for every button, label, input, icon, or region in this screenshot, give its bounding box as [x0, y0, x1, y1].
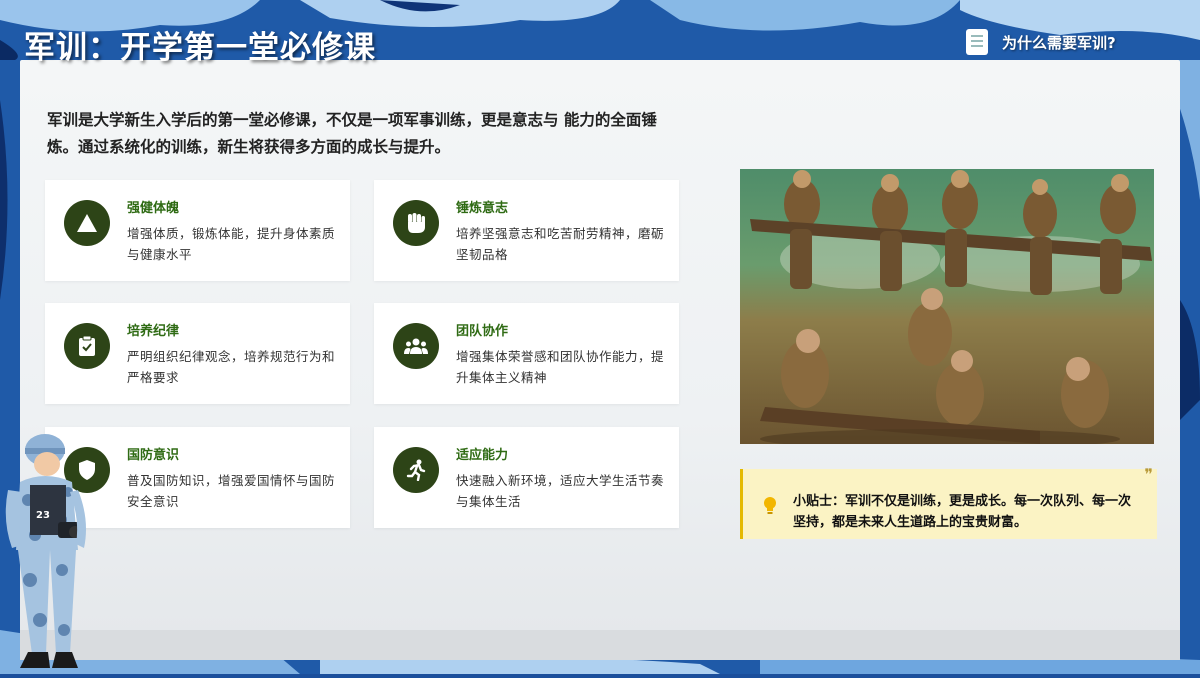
card-title: 锤炼意志: [456, 201, 509, 216]
card-desc: 增强集体荣誉感和团队协作能力，提升集体主义精神: [456, 349, 665, 385]
tip-text: 小贴士：军训不仅是训练，更是成长。每一次队列、每一次坚持，都是未来人生道路上的宝…: [793, 491, 1143, 533]
team-icon: [393, 323, 439, 369]
book-icon: [966, 29, 988, 55]
svg-text:23: 23: [36, 510, 50, 521]
page-title: 军训：开学第一堂必修课: [24, 30, 376, 66]
card-desc: 培养坚强意志和吃苦耐劳精神，磨砺坚韧品格: [456, 226, 665, 262]
card-desc: 增强体质，锻炼体能，提升身体素质与健康水平: [127, 226, 336, 262]
panel-footer-strip: [20, 630, 1180, 660]
triangle-icon: [64, 200, 110, 246]
card-adaptability: 适应能力 快速融入新环境，适应大学生活节奏与集体生活: [374, 427, 679, 528]
quote-mark-icon: ❞: [1144, 465, 1153, 484]
tip-label: 小贴士：: [793, 494, 846, 509]
card-title: 培养纪律: [127, 324, 180, 339]
card-title: 团队协作: [456, 324, 509, 339]
why-military-training-link[interactable]: 为什么需要军训?: [966, 27, 1116, 57]
training-photo: [740, 169, 1154, 444]
card-teamwork: 团队协作 增强集体荣誉感和团队协作能力，提升集体主义精神: [374, 303, 679, 404]
card-title: 适应能力: [456, 448, 509, 463]
card-discipline: 培养纪律 严明组织纪律观念，培养规范行为和严格要求: [45, 303, 350, 404]
fist-icon: [393, 200, 439, 246]
soldier-illustration: 23: [0, 430, 100, 678]
intro-paragraph: 军训是大学新生入学后的第一堂必修课，不仅是一项军事训练，更是意志与 能力的全面锤…: [47, 110, 657, 156]
card-desc: 快速融入新环境，适应大学生活节奏与集体生活: [456, 473, 665, 509]
tip-box: 小贴士：军训不仅是训练，更是成长。每一次队列、每一次坚持，都是未来人生道路上的宝…: [740, 465, 1157, 539]
card-desc: 严明组织纪律观念，培养规范行为和严格要求: [127, 349, 336, 385]
running-person-icon: [393, 447, 439, 493]
why-link-label: 为什么需要军训?: [1002, 33, 1116, 52]
card-title: 国防意识: [127, 448, 180, 463]
card-desc: 普及国防知识，增强爱国情怀与国防安全意识: [127, 473, 336, 509]
card-willpower: 锤炼意志 培养坚强意志和吃苦耐劳精神，磨砺坚韧品格: [374, 180, 679, 281]
card-title: 强健体魄: [127, 201, 180, 216]
lightbulb-icon: [763, 497, 777, 519]
clipboard-check-icon: [64, 323, 110, 369]
card-physical-fitness: 强健体魄 增强体质，锻炼体能，提升身体素质与健康水平: [45, 180, 350, 281]
